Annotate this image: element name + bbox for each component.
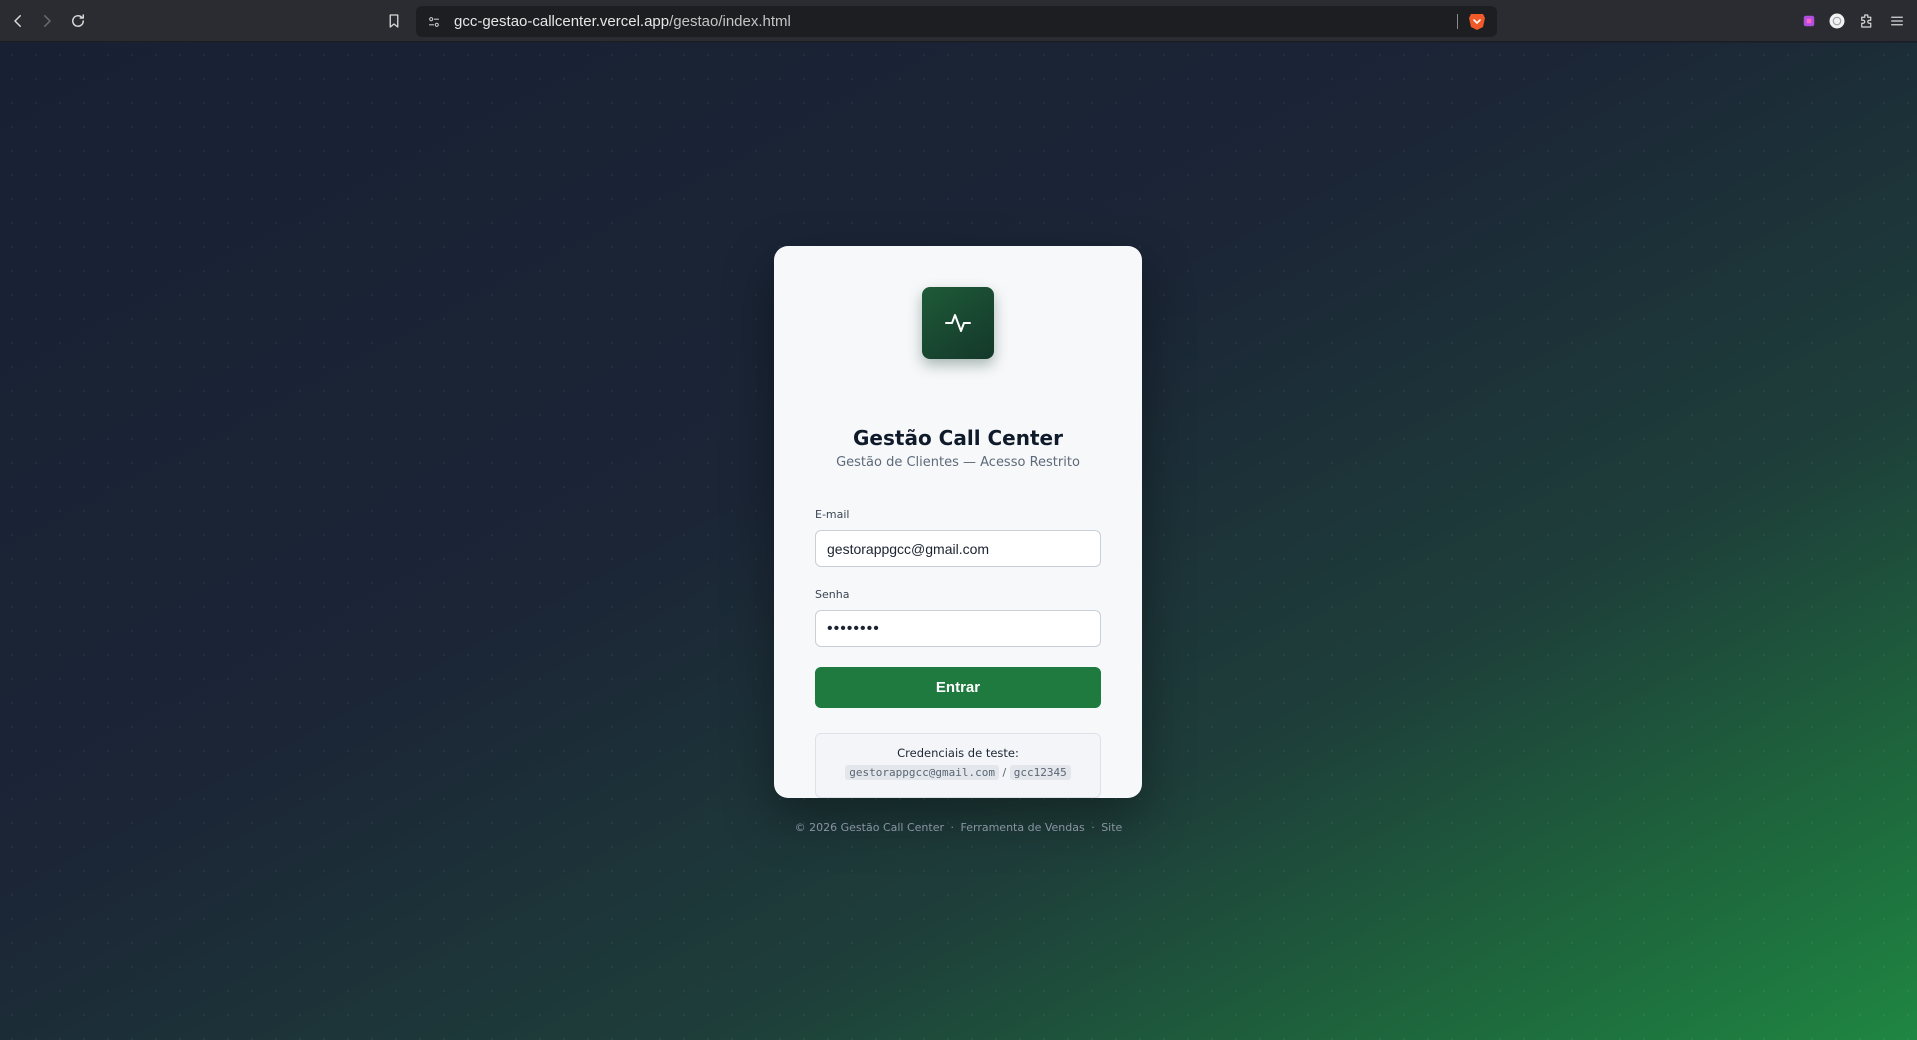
footer-copyright: © 2026 Gestão Call Center (794, 821, 944, 834)
logo (922, 287, 994, 359)
password-field[interactable] (815, 610, 1101, 647)
url-text[interactable]: gcc-gestao-callcenter.vercel.app/gestao/… (454, 13, 791, 30)
login-subtitle: Gestão de Clientes — Acesso Restrito (836, 455, 1080, 470)
extensions-puzzle-icon[interactable] (1855, 9, 1879, 33)
credentials-email: gestorappgcc@gmail.com (845, 765, 999, 780)
credentials-line: gestorappgcc@gmail.com / gcc12345 (816, 765, 1100, 780)
credentials-separator: / (1002, 766, 1007, 779)
email-label: E-mail (815, 508, 850, 521)
email-field[interactable] (815, 530, 1101, 567)
menu-icon[interactable] (1885, 9, 1909, 33)
browser-toolbar: gcc-gestao-callcenter.vercel.app/gestao/… (0, 0, 1917, 42)
footer-separator: · (950, 821, 955, 834)
login-button[interactable]: Entrar (815, 667, 1101, 708)
page-background: Gestão Call Center Gestão de Clientes — … (0, 43, 1917, 1040)
brave-shields-icon[interactable] (1468, 12, 1486, 31)
test-credentials-box: Credenciais de teste: gestorappgcc@gmail… (815, 733, 1101, 798)
page-footer: © 2026 Gestão Call Center · Ferramenta d… (0, 821, 1917, 834)
address-bar[interactable]: gcc-gestao-callcenter.vercel.app/gestao/… (416, 6, 1497, 37)
forward-icon[interactable] (35, 9, 59, 33)
login-card: Gestão Call Center Gestão de Clientes — … (774, 246, 1142, 798)
url-divider (1457, 14, 1458, 29)
activity-pulse-icon (945, 314, 971, 332)
url-path: /gestao/index.html (669, 13, 791, 30)
credentials-password: gcc12345 (1009, 765, 1071, 780)
extension-circle-icon[interactable] (1825, 9, 1849, 33)
url-host: gcc-gestao-callcenter.vercel.app (454, 13, 670, 30)
credentials-title: Credenciais de teste: (897, 746, 1019, 760)
login-title: Gestão Call Center (853, 426, 1063, 450)
back-icon[interactable] (6, 9, 30, 33)
footer-separator: · (1091, 821, 1095, 834)
footer-link-site[interactable]: Site (1101, 821, 1122, 834)
reload-icon[interactable] (66, 9, 90, 33)
footer-link-sales-tool[interactable]: Ferramenta de Vendas (961, 821, 1085, 834)
password-label: Senha (815, 588, 850, 601)
bookmark-icon[interactable] (382, 9, 406, 33)
site-settings-icon[interactable] (424, 12, 444, 32)
extension-purple-icon[interactable] (1797, 9, 1821, 33)
